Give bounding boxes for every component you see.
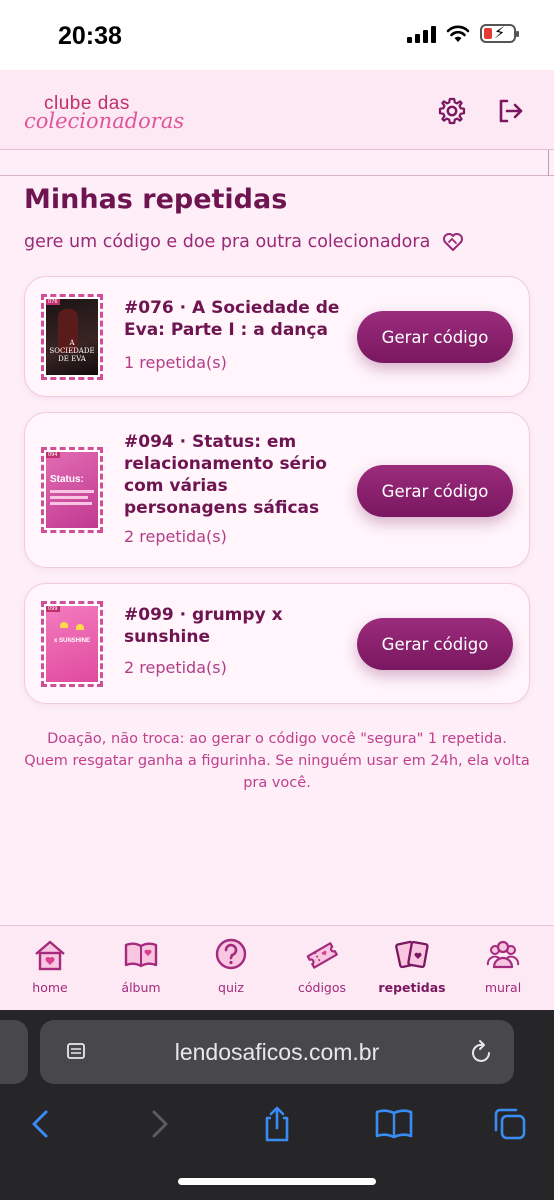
- nav-item-quiz[interactable]: quiz: [186, 938, 276, 995]
- thumb-cover-text: x SUNSHINE: [53, 638, 90, 644]
- app-header: clube das colecionadoras: [0, 70, 554, 150]
- bottom-nav: home álbum quiz códigos repetidas mural: [0, 925, 554, 1010]
- nav-item-codigos[interactable]: códigos: [277, 938, 367, 995]
- logo[interactable]: clube das colecionadoras: [24, 94, 184, 132]
- battery-icon: ⚡: [480, 23, 519, 43]
- album-icon: [124, 942, 158, 968]
- repeated-card: 099 x SUNSHINE #099 · grumpy x sunshine …: [24, 583, 530, 704]
- generate-code-button[interactable]: Gerar código: [357, 618, 513, 670]
- status-icons: ⚡: [407, 23, 519, 43]
- card-title: #076 · A Sociedade de Eva: Parte I : a d…: [124, 298, 340, 340]
- home-indicator: [178, 1178, 376, 1185]
- logout-icon[interactable]: [494, 95, 526, 127]
- status-time: 20:38: [58, 22, 122, 50]
- thumb-number: 099: [46, 606, 60, 612]
- donation-info: Doação, não troca: ao gerar o código voc…: [24, 731, 530, 791]
- tabs-icon[interactable]: [490, 1104, 530, 1144]
- forward-icon: [152, 1110, 168, 1138]
- thumb-number: 076: [46, 299, 60, 305]
- card-count: 2 repetida(s): [124, 527, 227, 546]
- nav-item-home[interactable]: home: [5, 938, 95, 995]
- subtitle-text: gere um código e doe pra outra coleciona…: [24, 232, 431, 252]
- signal-icon: [407, 25, 436, 43]
- card-count: 1 repetida(s): [124, 353, 227, 372]
- nav-label: mural: [484, 980, 522, 995]
- thumb-number: 094: [46, 452, 60, 458]
- sticker-thumbnail[interactable]: 099 x SUNSHINE: [41, 601, 103, 687]
- nav-label: quiz: [218, 980, 244, 995]
- card-count: 2 repetida(s): [124, 658, 227, 677]
- share-icon[interactable]: [257, 1104, 297, 1144]
- nav-label: álbum: [121, 980, 161, 995]
- generate-code-button[interactable]: Gerar código: [357, 311, 513, 363]
- status-bar: 20:38 ⚡: [0, 0, 554, 70]
- ticket-icon: [306, 942, 338, 969]
- thumb-cover-text: A SOCIEDADE DE EVA: [49, 339, 95, 363]
- url-text: lendosaficos.com.br: [174, 1039, 380, 1065]
- sticker-thumbnail[interactable]: 094 Status:: [41, 447, 103, 533]
- thumb-cover-text: Status:: [50, 474, 84, 485]
- generate-code-button[interactable]: Gerar código: [357, 465, 513, 517]
- nav-label: códigos: [297, 980, 347, 995]
- browser-toolbar: lendosaficos.com.br: [0, 1010, 554, 1200]
- home-icon: [35, 940, 65, 971]
- people-icon: [486, 940, 520, 969]
- heart-handshake-icon: [443, 233, 464, 251]
- card-title: #094 · Status: em relacionamento sério c…: [124, 432, 327, 518]
- wifi-icon: [446, 25, 470, 42]
- page-subtitle: gere um código e doe pra outra coleciona…: [24, 232, 464, 252]
- nav-item-repetidas[interactable]: repetidas: [367, 938, 457, 995]
- gear-icon[interactable]: [436, 95, 468, 127]
- cards-icon: [395, 940, 429, 969]
- bookmarks-icon[interactable]: [374, 1104, 414, 1144]
- reload-icon[interactable]: [470, 1039, 494, 1065]
- logo-bottom: colecionadoras: [24, 109, 185, 133]
- sticker-thumbnail[interactable]: 076 A SOCIEDADE DE EVA: [41, 294, 103, 380]
- page-title: Minhas repetidas: [24, 184, 288, 215]
- nav-label: repetidas: [378, 980, 446, 995]
- nav-item-mural[interactable]: mural: [458, 938, 548, 995]
- divider: [0, 150, 554, 176]
- quiz-icon: [215, 938, 247, 970]
- card-title: #099 · grumpy x sunshine: [124, 605, 283, 647]
- address-bar[interactable]: lendosaficos.com.br: [40, 1020, 514, 1084]
- back-icon[interactable]: [20, 1104, 60, 1144]
- nav-item-album[interactable]: álbum: [96, 938, 186, 995]
- nav-label: home: [32, 980, 68, 995]
- repeated-card: 076 A SOCIEDADE DE EVA #076 · A Sociedad…: [24, 276, 530, 397]
- repeated-card: 094 Status: #094 · Status: em relacionam…: [24, 412, 530, 568]
- previous-tab[interactable]: [0, 1020, 28, 1084]
